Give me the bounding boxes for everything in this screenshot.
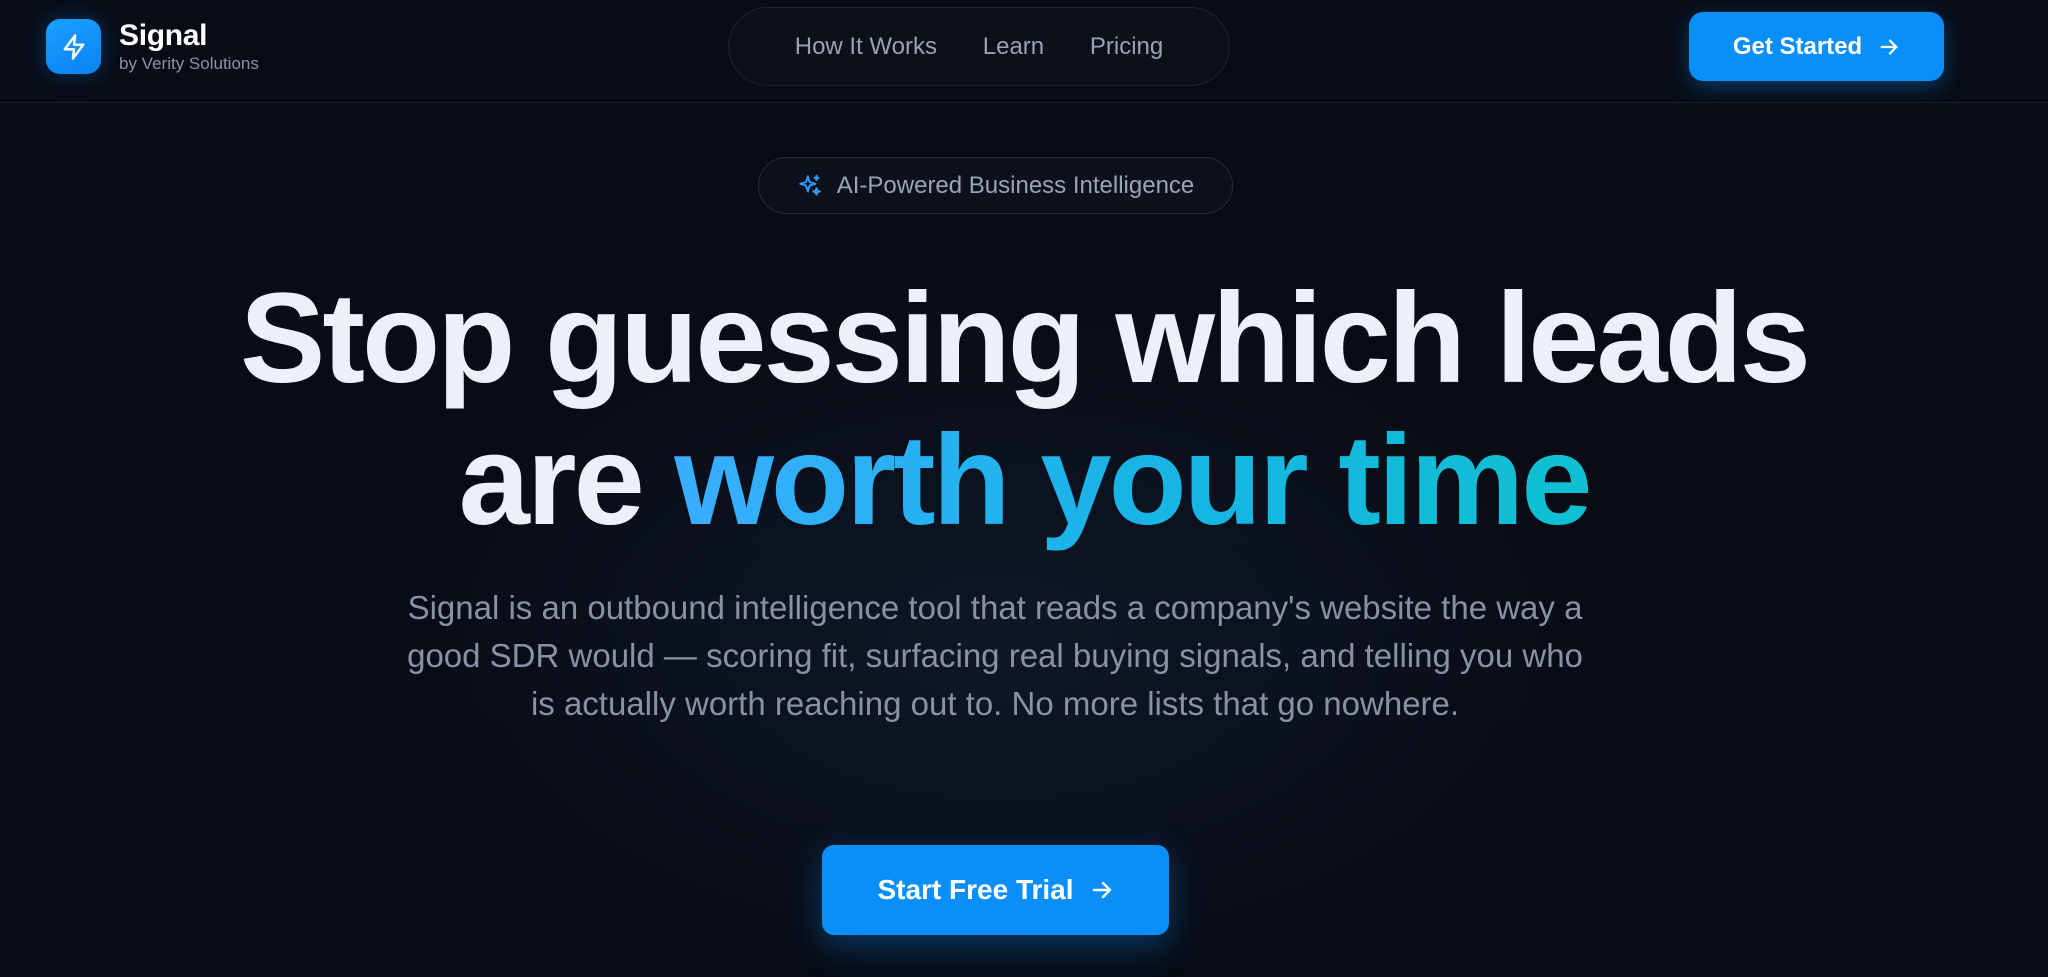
- main-nav: How It Works Learn Pricing: [728, 7, 1230, 86]
- get-started-label: Get Started: [1732, 32, 1863, 60]
- brand-subtitle: by Verity Solutions: [119, 54, 259, 73]
- brand-text: Signal by Verity Solutions: [119, 19, 259, 74]
- brand[interactable]: Signal by Verity Solutions: [46, 19, 259, 74]
- get-started-button[interactable]: Get Started: [1689, 12, 1944, 81]
- ai-badge: AI-Powered Business Intelligence: [758, 157, 1233, 214]
- top-header: Signal by Verity Solutions How It Works …: [0, 0, 2048, 103]
- arrow-right-icon: [1878, 36, 1900, 58]
- badge-label: AI-Powered Business Intelligence: [836, 171, 1195, 199]
- start-free-trial-label: Start Free Trial: [877, 874, 1074, 905]
- headline-plain: are: [458, 409, 675, 552]
- landing-page: Signal by Verity Solutions How It Works …: [0, 0, 2048, 977]
- headline-line-1: Stop guessing which leads: [240, 267, 1811, 410]
- hero-headline: Stop guessing which leads are worth your…: [0, 268, 2048, 552]
- lightning-bolt-icon: [46, 19, 101, 74]
- arrow-right-icon: [1090, 878, 1114, 902]
- start-free-trial-button[interactable]: Start Free Trial: [822, 845, 1169, 935]
- nav-link-pricing[interactable]: Pricing: [1090, 33, 1163, 61]
- nav-link-how-it-works[interactable]: How It Works: [795, 33, 937, 61]
- nav-link-learn[interactable]: Learn: [983, 33, 1044, 61]
- brand-name: Signal: [119, 19, 208, 52]
- sparkles-icon: [797, 173, 823, 199]
- hero-description: Signal is an outbound intelligence tool …: [407, 589, 1583, 722]
- headline-highlight: worth your time: [674, 409, 1592, 552]
- headline-line-2: are worth your time: [0, 410, 2048, 552]
